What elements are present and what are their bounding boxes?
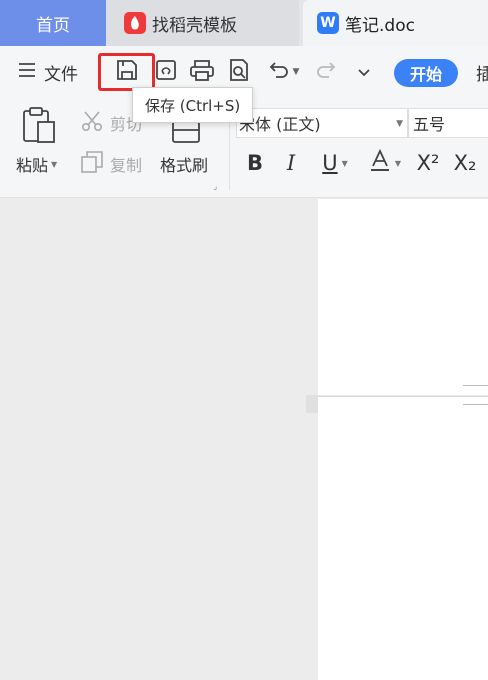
- clipboard-group-expand-icon[interactable]: ⌟: [213, 182, 217, 192]
- print-button[interactable]: [187, 56, 217, 88]
- underline-dropdown-icon: ▼: [341, 158, 348, 168]
- tab-templates[interactable]: 找稻壳模板: [106, 0, 299, 46]
- tab-document-label: 笔记.doc: [345, 15, 415, 36]
- format-painter-icon: [171, 120, 201, 148]
- font-color-button[interactable]: ▼: [363, 148, 407, 178]
- paste-dropdown-icon: ▼: [51, 159, 58, 169]
- document-page-2[interactable]: [318, 397, 488, 680]
- scissors-icon: [80, 109, 104, 137]
- subscript-button[interactable]: X₂: [450, 148, 480, 178]
- bold-icon: B: [246, 151, 263, 175]
- font-name-select[interactable]: 宋体 (正文) ▼: [236, 108, 408, 138]
- font-size-select[interactable]: 五号: [408, 108, 488, 138]
- page-corner-mark: [463, 385, 488, 386]
- font-color-icon: [369, 148, 391, 178]
- export-pdf-button[interactable]: [152, 56, 180, 88]
- redo-icon: [314, 58, 338, 86]
- italic-button[interactable]: I: [279, 148, 303, 178]
- format-painter-button[interactable]: 格式刷: [160, 152, 208, 176]
- customize-toolbar-button[interactable]: [352, 56, 376, 88]
- font-size-value: 五号: [413, 115, 446, 134]
- subscript-icon: X₂: [453, 151, 477, 175]
- underline-button[interactable]: U ▼: [313, 148, 357, 178]
- page-edge-shadow: [306, 395, 318, 413]
- tab-document[interactable]: W 笔记.doc: [303, 0, 488, 46]
- chevron-down-icon: [357, 63, 371, 82]
- save-button[interactable]: [98, 53, 155, 91]
- file-menu-label: 文件: [44, 64, 78, 85]
- export-icon: [154, 58, 178, 86]
- file-menu-button[interactable]: 文件: [18, 56, 90, 88]
- page-corner-mark: [463, 404, 488, 405]
- undo-button[interactable]: ▼: [261, 56, 305, 88]
- paste-label: 粘贴: [16, 156, 49, 175]
- tab-home-label: 首页: [36, 15, 70, 36]
- superscript-button[interactable]: X²: [413, 148, 443, 178]
- paste-button[interactable]: 粘贴 ▼: [16, 152, 57, 176]
- hamburger-icon: [18, 62, 36, 82]
- redo-button[interactable]: [312, 56, 340, 88]
- tab-home[interactable]: 首页: [0, 0, 106, 46]
- bold-button[interactable]: B: [243, 148, 267, 178]
- font-color-dropdown-icon: ▼: [394, 158, 402, 168]
- docer-logo-icon: [124, 12, 146, 34]
- copy-icon: [80, 150, 104, 178]
- printer-icon: [189, 58, 215, 86]
- tab-templates-label: 找稻壳模板: [152, 15, 237, 36]
- print-preview-button[interactable]: [224, 56, 254, 88]
- document-canvas[interactable]: [0, 199, 488, 680]
- superscript-icon: X²: [416, 151, 440, 175]
- format-painter-icon-area[interactable]: [171, 120, 201, 148]
- tab-start[interactable]: 开始: [394, 59, 458, 87]
- italic-icon: I: [286, 151, 296, 175]
- format-painter-label: 格式刷: [160, 156, 209, 175]
- tab-insert[interactable]: 插: [476, 56, 488, 88]
- print-preview-icon: [227, 58, 251, 86]
- undo-icon: [267, 58, 291, 86]
- tab-bar: 首页 找稻壳模板 W 笔记.doc: [0, 0, 488, 46]
- undo-dropdown-icon: ▼: [292, 67, 300, 77]
- font-name-dropdown-icon: ▼: [396, 119, 403, 129]
- document-page-1[interactable]: [318, 199, 488, 395]
- copy-label: 复制: [110, 156, 143, 175]
- paste-icon: [22, 106, 58, 148]
- save-tooltip: 保存 (Ctrl+S): [132, 87, 254, 123]
- wps-writer-icon: W: [317, 12, 339, 34]
- save-icon: [115, 58, 139, 86]
- copy-button[interactable]: 复制: [80, 150, 142, 178]
- underline-icon: U: [322, 151, 338, 175]
- paste-button-icon-area[interactable]: [22, 106, 58, 148]
